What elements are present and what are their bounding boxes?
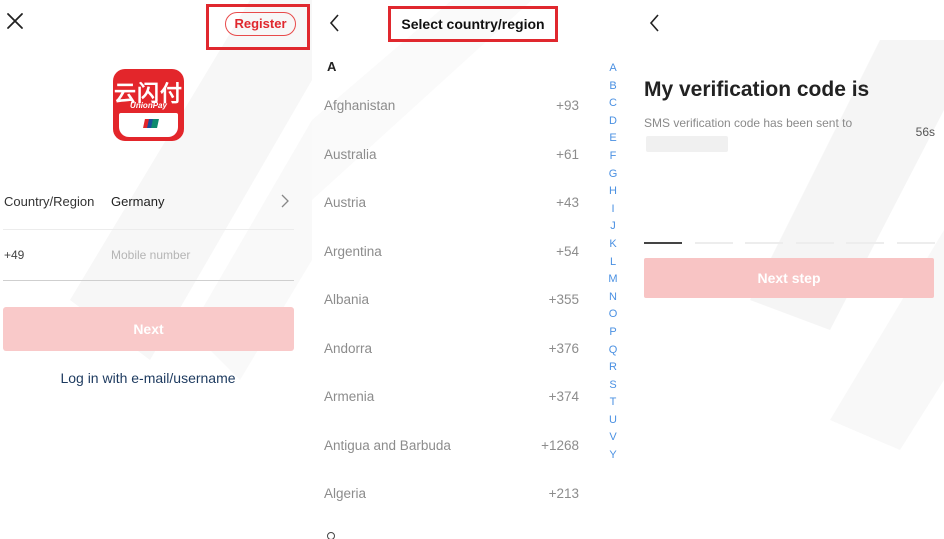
page-title: My verification code is: [644, 78, 870, 101]
country-list-item[interactable]: Albania +355: [312, 275, 602, 324]
alphabet-index-letter[interactable]: T: [605, 394, 621, 412]
section-header: A: [327, 59, 337, 74]
back-button[interactable]: [328, 13, 342, 33]
country-dial-code: +376: [548, 340, 579, 356]
country-name: Andorra: [324, 340, 373, 356]
code-digit-slot[interactable]: [695, 242, 733, 244]
code-digit-slot[interactable]: [745, 242, 783, 244]
register-button[interactable]: Register: [225, 12, 296, 36]
logo-subtext: UnionPay: [130, 101, 167, 110]
alphabet-index-letter[interactable]: S: [605, 377, 621, 395]
country-dial-code: +54: [556, 243, 579, 259]
alphabet-index-letter[interactable]: P: [605, 324, 621, 342]
alphabet-index-letter[interactable]: I: [605, 201, 621, 219]
unionpay-logo: 云闪付 UnionPay: [113, 69, 184, 141]
alphabet-index-letter[interactable]: C: [605, 95, 621, 113]
back-button[interactable]: [648, 13, 662, 33]
alphabet-index-letter[interactable]: H: [605, 183, 621, 201]
alphabet-index-letter[interactable]: U: [605, 412, 621, 430]
logo-card: [119, 113, 178, 137]
country-list-item[interactable]: Argentina +54: [312, 227, 602, 276]
sms-sent-note: SMS verification code has been sent to: [644, 116, 853, 130]
register-highlight-box: Register: [206, 4, 310, 50]
alphabet-index-letter[interactable]: N: [605, 289, 621, 307]
unionpay-flag-icon: [143, 119, 159, 128]
country-list-item[interactable]: Andorra +376: [312, 324, 602, 373]
country-name: Armenia: [324, 389, 375, 404]
resend-countdown: 56s: [915, 125, 935, 139]
alphabet-index-letter[interactable]: D: [605, 113, 621, 131]
country-name: Australia: [324, 146, 377, 162]
alphabet-index-letter[interactable]: O: [605, 306, 621, 324]
country-list-item[interactable]: Afghanistan +93: [312, 81, 602, 130]
next-step-button[interactable]: Next step: [644, 258, 934, 298]
chevron-left-icon: [649, 14, 659, 32]
masked-phone-number: [646, 136, 728, 152]
code-digit-slot[interactable]: [897, 242, 935, 244]
next-section-header: [327, 532, 335, 539]
country-dial-code: +355: [548, 292, 579, 307]
country-dial-code: +61: [556, 146, 579, 162]
dial-code[interactable]: +49: [4, 248, 24, 262]
country-dial-code: +1268: [541, 437, 579, 453]
alphabet-index-letter[interactable]: V: [605, 429, 621, 447]
alphabet-index-letter[interactable]: J: [605, 218, 621, 236]
country-name: Afghanistan: [324, 98, 396, 113]
country-region-label: Country/Region: [4, 194, 95, 209]
alphabet-index-letter[interactable]: F: [605, 148, 621, 166]
country-name: Antigua and Barbuda: [324, 437, 451, 453]
country-dial-code: +213: [548, 486, 579, 501]
country-select-panel: Select country/region A Afghanistan +93 Au…: [312, 0, 630, 539]
code-digit-slot[interactable]: [644, 242, 682, 244]
country-name: Albania: [324, 292, 370, 307]
country-region-value: Germany: [111, 194, 165, 209]
country-list-item[interactable]: Australia +61: [312, 130, 602, 179]
chevron-right-icon: [281, 194, 289, 208]
next-button[interactable]: Next: [3, 307, 294, 351]
chevron-left-icon: [329, 14, 339, 32]
alphabet-index-letter[interactable]: M: [605, 271, 621, 289]
country-dial-code: +93: [556, 98, 579, 113]
country-name: Argentina: [324, 243, 382, 259]
country-list-item[interactable]: Armenia +374: [312, 372, 602, 421]
alphabet-index-letter[interactable]: R: [605, 359, 621, 377]
country-list-item[interactable]: Austria +43: [312, 178, 602, 227]
alphabet-index-letter[interactable]: K: [605, 236, 621, 254]
country-list-item[interactable]: Algeria +213: [312, 469, 602, 518]
mobile-number-input[interactable]: [111, 244, 291, 266]
close-icon: [7, 13, 23, 29]
country-list: Afghanistan +93 Australia +61 Austria +43 Arge…: [312, 81, 602, 518]
code-digit-slot[interactable]: [796, 242, 834, 244]
verification-panel: My verification code is SMS verification…: [630, 0, 944, 539]
country-dial-code: +374: [548, 389, 579, 404]
country-name: Algeria: [324, 486, 367, 501]
code-digit-slot[interactable]: [846, 242, 884, 244]
alphabet-index-letter[interactable]: E: [605, 130, 621, 148]
alphabet-index-letter[interactable]: G: [605, 166, 621, 184]
close-button[interactable]: [4, 10, 26, 32]
alphabet-index-letter[interactable]: L: [605, 254, 621, 272]
country-list-item[interactable]: Antigua and Barbuda +1268: [312, 421, 602, 470]
login-panel: Register 云闪付 UnionPay Country/Region Ger…: [0, 0, 312, 539]
page-title: Select country/region: [388, 6, 558, 42]
alphabet-index-letter[interactable]: A: [605, 60, 621, 78]
country-dial-code: +43: [556, 195, 579, 210]
alphabet-index: ABCDEFGHIJKLMNOPQRSTUVY: [605, 60, 621, 465]
alphabet-index-letter[interactable]: Q: [605, 342, 621, 360]
email-login-link[interactable]: Log in with e-mail/username: [0, 370, 296, 386]
alphabet-index-letter[interactable]: Y: [605, 447, 621, 465]
alphabet-index-letter[interactable]: B: [605, 78, 621, 96]
row-divider: [3, 229, 294, 230]
input-underline: [3, 280, 294, 281]
country-name: Austria: [324, 195, 367, 210]
verification-code-input[interactable]: [644, 242, 935, 244]
